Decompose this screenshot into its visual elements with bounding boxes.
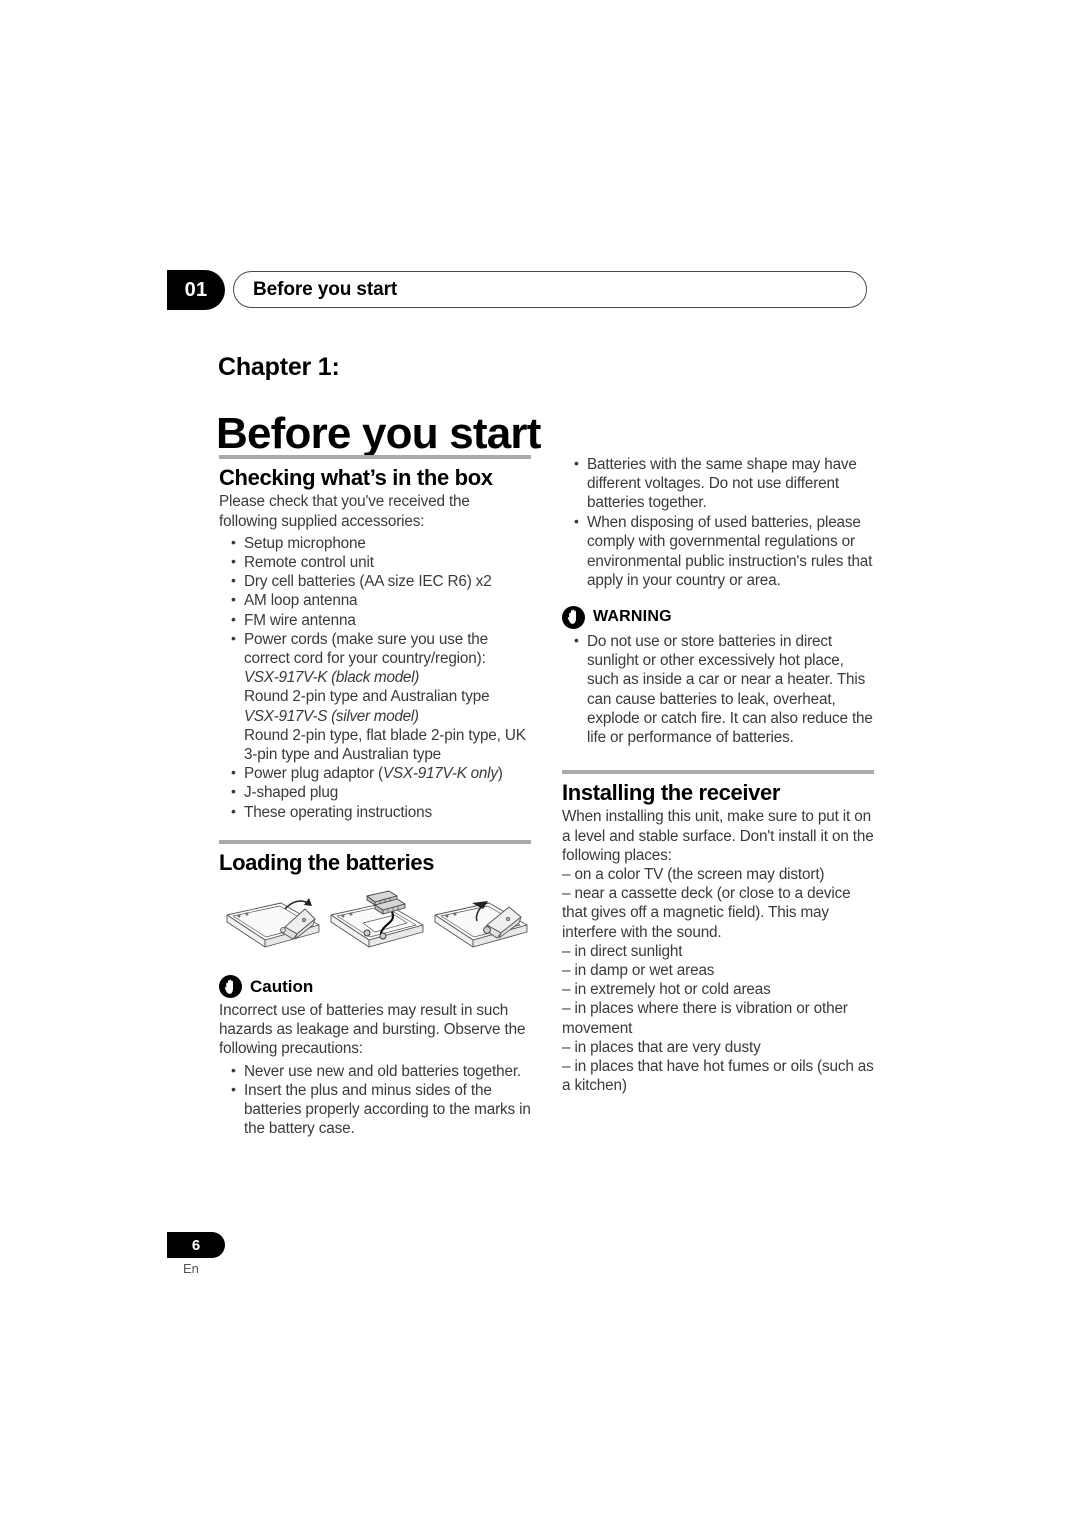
illustration-step-close [434, 901, 528, 948]
list-item: – in damp or wet areas [562, 962, 715, 980]
warning-list: Do not use or store batteries in direct … [562, 631, 874, 747]
list-item: – in places that are very dusty [562, 1038, 761, 1056]
section-heading-checking-box: Checking what’s in the box [219, 465, 493, 490]
model-silver-label: VSX-917V-S (silver model) [244, 707, 419, 725]
list-item: – in direct sunlight [562, 942, 683, 960]
hand-icon [562, 605, 585, 629]
list-item-power-plug-adaptor: Power plug adaptor (VSX-917V-K only) [219, 763, 531, 783]
header-title: Before you start [253, 279, 398, 300]
section-heading-loading-batteries: Loading the batteries [219, 849, 435, 875]
checking-box-intro: Please check that you've received the fo… [219, 493, 470, 530]
list-item: Batteries with the same shape may have d… [562, 454, 874, 513]
list-item: – in places where there is vibration or … [562, 1000, 848, 1037]
document-page: 01 Before you start Chapter 1: Before yo… [0, 0, 1080, 1528]
section-rule [219, 839, 531, 844]
list-item: – near a cassette deck (or close to a de… [562, 885, 851, 941]
list-item: – in extremely hot or cold areas [562, 981, 771, 999]
caution-label: Caution [250, 977, 314, 997]
section-heading-installing-receiver: Installing the receiver [562, 780, 781, 806]
battery-notes-list: Batteries with the same shape may have d… [562, 454, 874, 590]
adaptor-prefix: Power plug adaptor ( [244, 765, 384, 783]
right-column: Batteries with the same shape may have d… [562, 454, 874, 1095]
running-header: 01 Before you start [0, 270, 880, 312]
chapter-label: Chapter 1: [218, 353, 340, 381]
list-item: Remote control unit [219, 552, 531, 572]
left-column: Checking what’s in the box Please check … [219, 455, 531, 1138]
adaptor-model: VSX-917V-K only [383, 765, 498, 783]
list-item: – in places that have hot fumes or oils … [562, 1058, 874, 1095]
model-black-text: Round 2-pin type and Australian type [244, 688, 490, 706]
list-item: FM wire antenna [219, 610, 531, 630]
list-item: These operating instructions [219, 802, 531, 822]
language-code: En [183, 1261, 199, 1276]
list-item: Dry cell batteries (AA size IEC R6) x2 [219, 571, 531, 591]
section-rule [562, 770, 874, 775]
list-item: When disposing of used batteries, please… [562, 512, 874, 590]
illustration-step-open [226, 898, 320, 948]
list-item: AM loop antenna [219, 590, 531, 610]
accessories-list: Setup microphone Remote control unit Dry… [219, 533, 531, 822]
model-black-label: VSX-917V-K (black model) [244, 669, 420, 687]
chapter-number-tab: 01 [167, 270, 225, 310]
adaptor-suffix: ) [497, 765, 503, 783]
list-item: – on a color TV (the screen may distort) [562, 866, 825, 884]
list-item: Do not use or store batteries in direct … [562, 631, 874, 747]
page-number: 6 [191, 1236, 201, 1254]
model-silver-text: Round 2-pin type, flat blade 2-pin type,… [244, 726, 526, 763]
page-title: Before you start [216, 409, 541, 459]
caution-list: Never use new and old batteries together… [219, 1061, 531, 1139]
installing-intro: When installing this unit, make sure to … [562, 808, 874, 864]
list-item: Setup microphone [219, 533, 531, 553]
caution-intro: Incorrect use of batteries may result in… [219, 1002, 526, 1058]
remote-battery-illustration [219, 889, 531, 965]
list-item-power-cords: Power cords (make sure you use the corre… [219, 629, 531, 764]
warning-label: WARNING [593, 608, 672, 626]
chapter-number: 01 [184, 279, 208, 301]
warning-notice-header: WARNING [562, 605, 874, 629]
hand-icon [219, 975, 242, 999]
list-item: Insert the plus and minus sides of the b… [219, 1080, 531, 1139]
power-cords-text: Power cords (make sure you use the corre… [244, 630, 489, 667]
section-rule [219, 455, 531, 459]
page-footer: 6 En [167, 1232, 367, 1276]
list-item: Never use new and old batteries together… [219, 1061, 531, 1081]
installing-places-list: – on a color TV (the screen may distort)… [562, 865, 874, 1095]
list-item: J-shaped plug [219, 782, 531, 802]
caution-notice-header: Caution [219, 975, 531, 999]
page-number-tab: 6 [167, 1232, 225, 1258]
illustration-step-insert [330, 890, 424, 948]
